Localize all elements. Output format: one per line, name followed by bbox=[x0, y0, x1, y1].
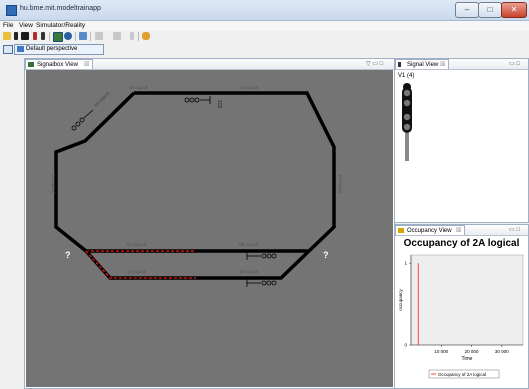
menu-bar: File View Simulator/Reality bbox=[0, 21, 529, 31]
x-axis-label: Time bbox=[462, 356, 473, 362]
occupancy-tab-icon bbox=[398, 228, 404, 233]
toolbar-edit-icon[interactable] bbox=[95, 32, 103, 40]
turnout-label: 102 bbox=[216, 100, 222, 109]
perspective-label: Default perspective bbox=[26, 46, 78, 52]
view-menu-icon[interactable]: ▽ ▭ □ bbox=[366, 60, 383, 67]
left-trim bbox=[0, 57, 22, 389]
signal-lamp-icon bbox=[402, 83, 412, 161]
unknown-marker-right: ? bbox=[323, 250, 329, 260]
menu-file[interactable]: File bbox=[3, 22, 13, 29]
track-label-1b: 1B logical bbox=[239, 85, 259, 90]
app-icon bbox=[6, 5, 17, 16]
signalbox-canvas[interactable]: 102 2A logical 1B logical 3A logical 1A … bbox=[26, 70, 393, 387]
track-label-2a: 2A logical bbox=[129, 85, 148, 90]
close-button[interactable]: ✕ bbox=[501, 2, 527, 18]
signal-label: V1 (4) bbox=[398, 73, 415, 79]
occupancy-tab-label: Occupancy View bbox=[407, 228, 452, 234]
toolbar-separator bbox=[138, 32, 139, 41]
window-title: hu.bme.mit.modeltrainapp bbox=[20, 5, 101, 12]
perspective-bar: Default perspective bbox=[0, 43, 529, 55]
signalbox-tab-icon bbox=[28, 62, 34, 67]
occupancy-tabbar: Occupancy View ☒ ▭ □ bbox=[395, 225, 528, 236]
toolbar-globe-icon[interactable] bbox=[64, 32, 72, 40]
toolbar-down-icon[interactable] bbox=[113, 32, 121, 40]
close-icon[interactable]: ☒ bbox=[84, 60, 89, 70]
perspective-icon bbox=[17, 46, 24, 52]
signal-tabbar: Signal View ☒ ▭ □ bbox=[395, 59, 528, 70]
y-tick-label: 1 bbox=[404, 261, 407, 266]
toolbar-separator bbox=[75, 32, 76, 41]
close-icon[interactable]: ☒ bbox=[456, 226, 461, 236]
occupancy-chart: 10 000 20 000 30 000 0 1 Time occupancy Occupan… bbox=[398, 254, 524, 379]
track-label-3a: 3A logical bbox=[51, 174, 56, 193]
default-perspective-button[interactable]: Default perspective bbox=[14, 44, 104, 55]
track-label-4b: 4B logical bbox=[239, 269, 259, 274]
toolbar-dropdown-icon[interactable] bbox=[130, 32, 134, 40]
toolbar-marker-icon[interactable] bbox=[41, 32, 45, 40]
y-axis-label: occupancy bbox=[398, 288, 403, 310]
unknown-marker-left: ? bbox=[65, 250, 71, 260]
x-tick-label: 20 000 bbox=[465, 349, 479, 354]
toolbar-bar-icon[interactable] bbox=[14, 32, 18, 40]
track-layout: 102 2A logical 1B logical 3A logical 1A … bbox=[26, 70, 393, 387]
toolbar-signalbox-icon[interactable] bbox=[53, 32, 63, 42]
title-bar: hu.bme.mit.modeltrainapp – □ ✕ bbox=[0, 0, 529, 21]
signal-tab-icon bbox=[398, 62, 401, 67]
chart-title: Occupancy of 2A logical bbox=[403, 238, 520, 249]
signal-tab-label: Signal View bbox=[407, 62, 439, 68]
track-label-1a: 1A logical bbox=[338, 174, 343, 193]
legend-label: Occupancy of 2A logical bbox=[438, 372, 486, 377]
signalbox-view: Signalbox View ☒ ▽ ▭ □ 102 2A logical 1B… bbox=[24, 58, 395, 389]
close-icon[interactable]: ☒ bbox=[440, 60, 445, 70]
y-tick-label: 0 bbox=[404, 343, 407, 348]
x-tick-label: 30 000 bbox=[495, 349, 509, 354]
signalbox-tab-label: Signalbox View bbox=[37, 62, 78, 68]
maximize-button[interactable]: □ bbox=[478, 2, 502, 18]
toolbar-arrow-icon[interactable] bbox=[142, 32, 150, 40]
occupancy-view: Occupancy View ☒ ▭ □ Occupancy of 2A log… bbox=[394, 224, 529, 389]
toolbar bbox=[0, 31, 529, 43]
track-label-4a: 4A logical bbox=[127, 269, 146, 274]
toolbar-separator bbox=[90, 32, 91, 41]
tab-signal-view[interactable]: Signal View ☒ bbox=[395, 59, 449, 69]
track-label-5b: 5B logical bbox=[239, 242, 259, 247]
toolbar-film-icon[interactable] bbox=[21, 32, 29, 40]
menu-view[interactable]: View bbox=[19, 22, 33, 29]
signalbox-tabbar: Signalbox View ☒ ▽ ▭ □ bbox=[25, 59, 394, 70]
plot-area bbox=[410, 254, 524, 346]
x-tick-label: 10 000 bbox=[434, 349, 448, 354]
toolbar-tree-icon[interactable] bbox=[79, 32, 87, 40]
view-controls-icon[interactable]: ▭ □ bbox=[509, 60, 520, 67]
tab-occupancy-view[interactable]: Occupancy View ☒ bbox=[395, 225, 465, 235]
view-controls-icon[interactable]: ▭ □ bbox=[509, 226, 520, 233]
minimize-button[interactable]: – bbox=[455, 2, 479, 18]
toolbar-separator bbox=[49, 32, 50, 41]
signal-view: Signal View ☒ ▭ □ V1 (4) bbox=[394, 58, 529, 223]
toolbar-key-icon[interactable] bbox=[3, 32, 11, 40]
canvas-background bbox=[26, 70, 393, 387]
open-perspective-icon[interactable] bbox=[3, 45, 13, 54]
toolbar-pen-icon[interactable] bbox=[33, 32, 37, 40]
track-label-5a: 5A logical bbox=[127, 242, 146, 247]
menu-simulator-reality[interactable]: Simulator/Reality bbox=[36, 22, 85, 29]
tab-signalbox-view[interactable]: Signalbox View ☒ bbox=[25, 59, 93, 69]
